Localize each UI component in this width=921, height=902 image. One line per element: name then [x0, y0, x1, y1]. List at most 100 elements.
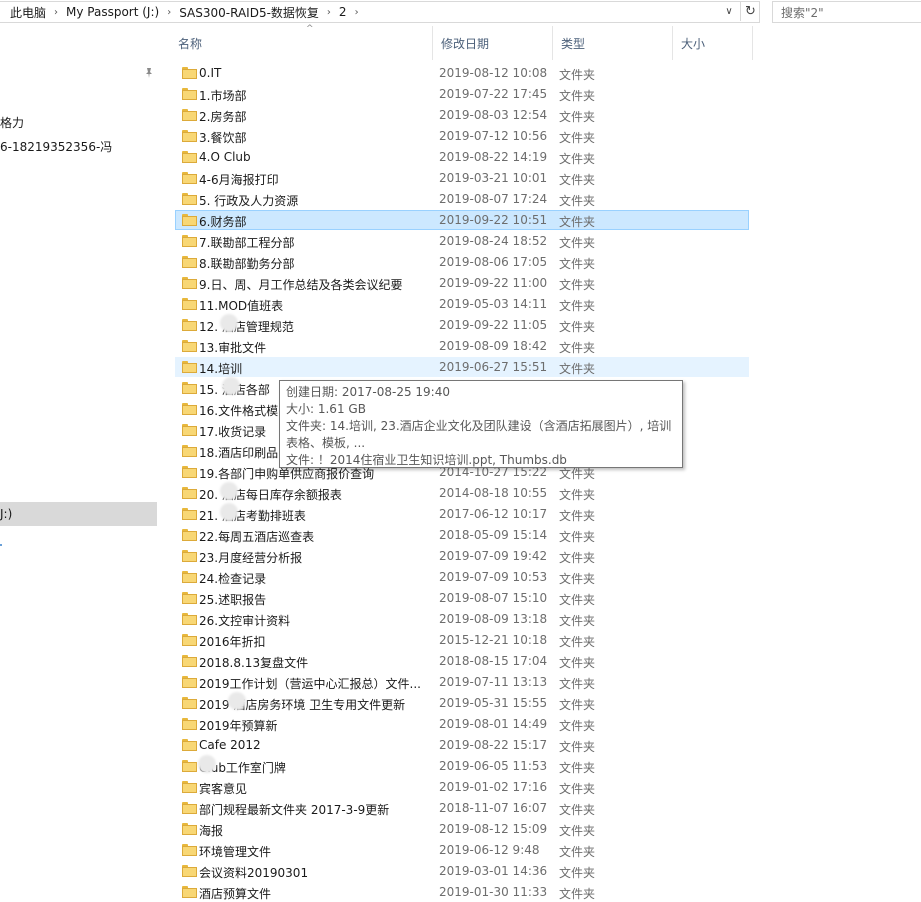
file-row[interactable]: Club工作室门牌 2019-06-05 11:53 文件夹 [175, 756, 749, 776]
file-row[interactable]: 6.财务部 2019-09-22 10:51 文件夹 [175, 210, 749, 230]
file-row[interactable]: 宾客意见 2019-01-02 17:16 文件夹 [175, 777, 749, 797]
chevron-down-icon[interactable]: ∨ [719, 1, 739, 21]
file-date: 2019-07-22 17:45 [439, 87, 548, 101]
file-row[interactable]: 5. 行政及人力资源 2019-08-07 17:24 文件夹 [175, 189, 749, 209]
file-type: 文件夹 [559, 152, 596, 166]
folder-icon [182, 67, 197, 79]
folder-icon [182, 319, 197, 331]
pin-icon[interactable] [144, 68, 154, 81]
file-type: 文件夹 [559, 530, 596, 544]
file-row[interactable]: 2016年折扣 2015-12-21 10:18 文件夹 [175, 630, 749, 650]
file-row[interactable]: 9.日、周、月工作总结及各类会议纪要 2019-09-22 11:00 文件夹 [175, 273, 749, 293]
file-name: 环境管理文件 [199, 845, 272, 859]
tooltip-files: 文件: ！2014住宿业卫生知识培训.ppt, Thumbs.db [286, 453, 567, 467]
file-row[interactable]: 22.每周五酒店巡查表 2018-05-09 15:14 文件夹 [175, 525, 749, 545]
file-date: 2019-09-22 11:05 [439, 318, 548, 332]
file-row[interactable]: 会议资料20190301 2019-03-01 14:36 文件夹 [175, 861, 749, 881]
folder-icon [182, 760, 197, 772]
folder-icon [182, 655, 197, 667]
file-row[interactable]: 4.O Club 2019-08-22 14:19 文件夹 [175, 147, 749, 167]
folder-icon [182, 424, 197, 436]
file-row[interactable]: 2.房务部 2019-08-03 12:54 文件夹 [175, 105, 749, 125]
column-header-type-label: 类型 [561, 36, 586, 51]
column-header-date[interactable]: 修改日期 [433, 26, 553, 60]
file-row[interactable]: 14.培训 2019-06-27 15:51 文件夹 [175, 357, 749, 377]
file-row[interactable]: 12. 酒店管理规范 2019-09-22 11:05 文件夹 [175, 315, 749, 335]
folder-icon [182, 382, 197, 394]
file-row[interactable]: Cafe 2012 2019-08-22 15:17 文件夹 [175, 735, 749, 755]
file-type: 文件夹 [559, 677, 596, 691]
file-name: 8.联勘部勤务分部 [199, 257, 295, 271]
nav-item-drive-selected[interactable]: J:) [0, 502, 157, 526]
file-type: 文件夹 [559, 488, 596, 502]
folder-icon [182, 508, 197, 520]
file-row[interactable]: 21. 酒店考勤排班表 2017-06-12 10:17 文件夹 [175, 504, 749, 524]
folder-icon [182, 235, 197, 247]
column-header-type[interactable]: 类型 [553, 26, 673, 60]
file-row[interactable]: 2018.8.13复盘文件 2018-08-15 17:04 文件夹 [175, 651, 749, 671]
file-name: 部门规程最新文件夹 2017-3-9更新 [199, 803, 390, 817]
file-row[interactable]: 海报 2019-08-12 15:09 文件夹 [175, 819, 749, 839]
column-header-size[interactable]: 大小 [673, 26, 753, 60]
file-row[interactable]: 20. 酒店每日库存余额报表 2014-08-18 10:55 文件夹 [175, 483, 749, 503]
file-row[interactable]: 13.审批文件 2019-08-09 18:42 文件夹 [175, 336, 749, 356]
file-type: 文件夹 [559, 866, 596, 880]
nav-item-contact[interactable]: 6-18219352356-冯 [0, 138, 112, 155]
file-row[interactable]: 0.IT 2019-08-12 10:08 文件夹 [175, 63, 749, 83]
file-date: 2019-07-11 13:13 [439, 675, 548, 689]
folder-icon [182, 445, 197, 457]
file-row[interactable]: 2019年预算新 2019-08-01 14:49 文件夹 [175, 714, 749, 734]
file-row[interactable]: 部门规程最新文件夹 2017-3-9更新 2018-11-07 16:07 文件夹 [175, 798, 749, 818]
file-date: 2019-08-22 15:17 [439, 738, 548, 752]
chevron-right-icon[interactable]: › [325, 7, 333, 18]
file-row[interactable]: 26.文控审计资料 2019-08-09 13:18 文件夹 [175, 609, 749, 629]
file-row[interactable]: 24.检查记录 2019-07-09 10:53 文件夹 [175, 567, 749, 587]
file-row[interactable]: 25.述职报告 2019-08-07 15:10 文件夹 [175, 588, 749, 608]
folder-icon [182, 277, 197, 289]
chevron-right-icon[interactable]: › [353, 7, 361, 18]
file-name: 会议资料20190301 [199, 866, 309, 880]
file-type: 文件夹 [559, 593, 596, 607]
nav-item-gree[interactable]: 格力 [0, 114, 24, 131]
chevron-right-icon[interactable]: › [165, 7, 173, 18]
folder-icon [182, 466, 197, 478]
file-row[interactable]: 酒店预算文件 2019-01-30 11:33 文件夹 [175, 882, 749, 902]
folder-icon [182, 361, 197, 373]
file-date: 2019-08-09 18:42 [439, 339, 548, 353]
file-date: 2019-08-03 12:54 [439, 108, 548, 122]
file-row[interactable]: 8.联勘部勤务分部 2019-08-06 17:05 文件夹 [175, 252, 749, 272]
file-row[interactable]: 23.月度经营分析报 2019-07-09 19:42 文件夹 [175, 546, 749, 566]
refresh-icon[interactable]: ↻ [740, 1, 760, 21]
search-input[interactable]: 搜索"2" [772, 1, 921, 23]
file-date: 2018-11-07 16:07 [439, 801, 548, 815]
file-row[interactable]: 1.市场部 2019-07-22 17:45 文件夹 [175, 84, 749, 104]
file-type: 文件夹 [559, 824, 596, 838]
file-name: 2.房务部 [199, 110, 247, 124]
folder-info-tooltip: 创建日期: 2017-08-25 19:40 大小: 1.61 GB 文件夹: … [279, 380, 683, 468]
breadcrumb-current[interactable]: 2 [333, 5, 353, 19]
address-bar[interactable]: 此电脑 › My Passport (J:) › SAS300-RAID5-数据… [0, 1, 760, 23]
file-row[interactable]: 11.MOD值班表 2019-05-03 14:11 文件夹 [175, 294, 749, 314]
file-row[interactable]: 4-6月海报打印 2019-03-21 10:01 文件夹 [175, 168, 749, 188]
file-date: 2019-05-31 15:55 [439, 696, 548, 710]
folder-icon [182, 172, 197, 184]
file-name: 9.日、周、月工作总结及各类会议纪要 [199, 278, 403, 292]
file-row[interactable]: 环境管理文件 2019-06-12 9:48 文件夹 [175, 840, 749, 860]
file-name: 2019工作计划（营运中心汇报总）文件... [199, 677, 421, 691]
breadcrumb-drive[interactable]: My Passport (J:) [60, 5, 165, 19]
file-name: 2018.8.13复盘文件 [199, 656, 309, 670]
breadcrumb-this-pc[interactable]: 此电脑 [0, 4, 52, 21]
file-row[interactable]: 2019 酒店房务环境 卫生专用文件更新 2019-05-31 15:55 文件夹 [175, 693, 749, 713]
folder-icon [182, 340, 197, 352]
folder-icon [182, 865, 197, 877]
file-row[interactable]: 2019工作计划（营运中心汇报总）文件... 2019-07-11 13:13 文件… [175, 672, 749, 692]
file-row[interactable]: 7.联勘部工程分部 2019-08-24 18:52 文件夹 [175, 231, 749, 251]
breadcrumb-folder[interactable]: SAS300-RAID5-数据恢复 [173, 4, 325, 21]
folder-icon [182, 613, 197, 625]
chevron-right-icon[interactable]: › [52, 7, 60, 18]
file-row[interactable]: 3.餐饮部 2019-07-12 10:56 文件夹 [175, 126, 749, 146]
column-header-name[interactable]: 名称 ^ [170, 24, 433, 60]
file-date: 2019-01-02 17:16 [439, 780, 548, 794]
redaction-mark [222, 377, 240, 395]
file-type: 文件夹 [559, 656, 596, 670]
